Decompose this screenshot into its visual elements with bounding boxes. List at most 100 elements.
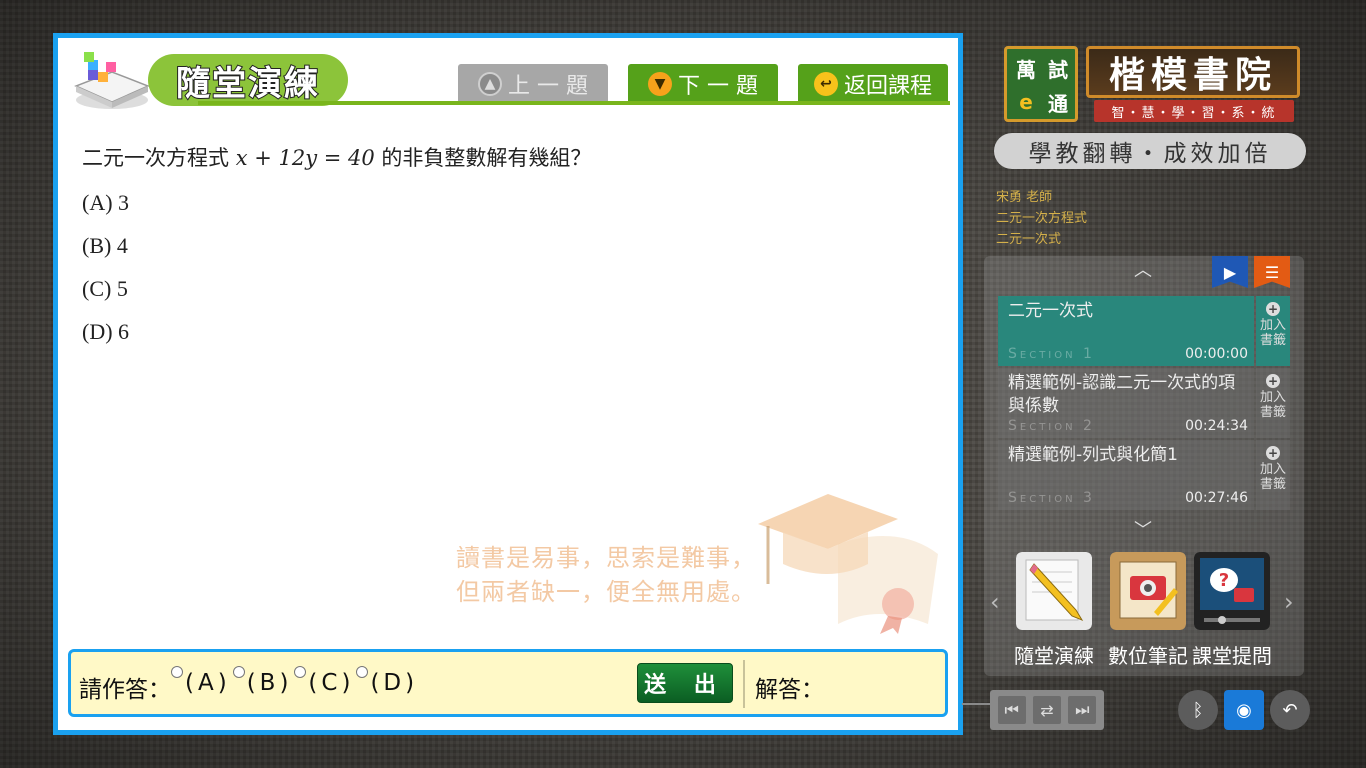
- previous-question-button[interactable]: ▲ 上 一 題: [458, 64, 608, 104]
- scroll-up-icon[interactable]: ︿: [1128, 262, 1158, 280]
- radio-b[interactable]: [232, 666, 245, 678]
- exercise-book-icon: [74, 52, 150, 109]
- next-question-label: 下 一 題: [678, 74, 758, 99]
- section-item-2[interactable]: 精選範例-認識二元一次式的項與係數 Section 2 00:24:34: [998, 368, 1254, 438]
- menu-icon[interactable]: ☰: [1254, 256, 1290, 288]
- repeat-icon[interactable]: ⇄: [1032, 696, 1061, 724]
- question-text: 二元一次方程式 x + 12y = 40 的非負整數解有幾組？: [82, 142, 591, 172]
- badge-char-2: 試: [1048, 57, 1068, 82]
- bookmark-label: 加入書籤: [1259, 318, 1286, 348]
- control-connector: [962, 703, 990, 705]
- section-time: 00:00:00: [1185, 346, 1248, 362]
- badge-char-3: e: [1019, 90, 1033, 114]
- exercise-title: 隨堂演練: [175, 63, 320, 105]
- return-arrow-icon: ↩: [813, 72, 838, 96]
- section-item-1[interactable]: 二元一次式 Section 1 00:00:00: [998, 296, 1254, 366]
- section-number: Section 3: [1008, 490, 1095, 506]
- pencil-notebook-icon[interactable]: [1016, 552, 1092, 630]
- tool-label-exercise: 隨堂演練: [1014, 644, 1094, 668]
- radio-d[interactable]: [356, 666, 369, 678]
- bookmark-label: 加入書籤: [1259, 390, 1286, 420]
- arrow-up-icon: ▲: [478, 72, 502, 96]
- section-title: 精選範例-認識二元一次式的項與係數: [1008, 373, 1236, 416]
- watermark-quote: 讀書是易事，思索是難事， 但兩者缺一，便全無用處。: [456, 541, 756, 609]
- notebook-camera-icon[interactable]: [1110, 552, 1186, 630]
- scroll-down-icon[interactable]: ﹀: [1128, 522, 1158, 540]
- answer-bar: 請作答： (A) (B) (C) (D) 送 出 解答：: [68, 649, 948, 717]
- quote-line-2: 但兩者缺一，便全無用處。: [456, 578, 756, 606]
- section-title: 精選範例-列式與化簡1: [1008, 445, 1178, 465]
- question-screen-icon[interactable]: ?: [1194, 552, 1270, 630]
- choice-c-label: (C): [308, 670, 355, 696]
- option-a: (A) 3: [82, 190, 130, 215]
- section-number: Section 2: [1008, 418, 1095, 434]
- answer-choices: (A) (B) (C) (D): [171, 664, 420, 696]
- tool-label-question: 課堂提問: [1192, 644, 1272, 668]
- exercise-title-pill: 隨堂演練: [148, 54, 348, 106]
- header-divider: [198, 101, 950, 105]
- badge-char-4: 通: [1048, 91, 1068, 116]
- brand-logo: 萬 試 e 通 楷模書院 智・慧・學・習・系・統: [1004, 44, 1304, 126]
- chapter-name: 二元一次方程式: [996, 211, 1088, 226]
- skip-back-icon[interactable]: ⏮: [997, 696, 1026, 724]
- teacher-name: 宋勇 老師: [996, 190, 1053, 205]
- brand-badge: 萬 試 e 通: [1004, 46, 1078, 122]
- exercise-panel: 隨堂演練 ▲ 上 一 題 ▼ 下 一 題 ↩ 返回課程 二元一次方程式 x + …: [53, 33, 963, 735]
- option-list: (A) 3 (B) 4 (C) 5 (D) 6: [82, 188, 129, 360]
- skip-forward-icon[interactable]: ⏭: [1068, 696, 1097, 724]
- radio-c[interactable]: [294, 666, 307, 678]
- section-item-3[interactable]: 精選範例-列式與化簡1 Section 3 00:27:46: [998, 440, 1254, 510]
- question-equation: x + 12y = 40: [235, 146, 375, 170]
- section-title: 二元一次式: [1008, 301, 1093, 321]
- section-time: 00:27:46: [1185, 490, 1248, 506]
- choice-a-label: (A): [185, 670, 231, 696]
- tools-next-icon[interactable]: ›: [1284, 588, 1294, 616]
- answer-prompt: 請作答：: [79, 677, 171, 703]
- question-prefix: 二元一次方程式: [82, 146, 229, 170]
- section-playlist: ︿ ▶ ☰ 二元一次式 Section 1 00:00:00 + 加入書籤 精選…: [984, 256, 1304, 676]
- previous-question-label: 上 一 題: [508, 74, 588, 99]
- section-number: Section 1: [1008, 346, 1095, 362]
- question-suffix: 的非負整數解有幾組？: [381, 146, 592, 170]
- bluetooth-icon[interactable]: ᛒ: [1178, 690, 1218, 730]
- bookmark-label: 加入書籤: [1259, 462, 1286, 492]
- arrow-down-icon: ▼: [648, 72, 672, 96]
- choice-c[interactable]: (C): [294, 664, 354, 696]
- choice-a[interactable]: (A): [171, 664, 231, 696]
- plus-icon: +: [1266, 374, 1280, 388]
- graduation-cap-icon: [758, 494, 938, 634]
- tools-prev-icon[interactable]: ‹: [990, 588, 1000, 616]
- option-c: (C) 5: [82, 276, 128, 301]
- choice-d[interactable]: (D): [356, 664, 418, 696]
- option-d: (D) 6: [82, 319, 130, 344]
- brand-name: 楷模書院: [1086, 46, 1300, 98]
- return-icon[interactable]: ↶: [1270, 690, 1310, 730]
- add-bookmark-button-1[interactable]: + 加入書籤: [1256, 296, 1290, 366]
- add-bookmark-button-2[interactable]: + 加入書籤: [1256, 368, 1290, 438]
- solution-label: 解答：: [755, 677, 824, 703]
- option-b: (B) 4: [82, 233, 128, 258]
- quote-line-1: 讀書是易事，思索是難事，: [456, 544, 756, 572]
- unit-name: 二元一次式: [996, 232, 1062, 247]
- plus-icon: +: [1266, 446, 1280, 460]
- choice-d-label: (D): [370, 670, 419, 696]
- tool-row: ‹ › ? 隨堂演練 數位筆記 課堂提問: [984, 548, 1304, 668]
- playback-controls: ⏮ ⇄ ⏭: [990, 690, 1104, 730]
- slogan: 學教翻轉・成效加倍: [994, 133, 1306, 169]
- return-to-course-button[interactable]: ↩ 返回課程: [798, 64, 948, 104]
- play-video-icon[interactable]: ▶: [1212, 256, 1248, 288]
- brand-subtitle: 智・慧・學・習・系・統: [1094, 100, 1294, 122]
- add-bookmark-button-3[interactable]: + 加入書籤: [1256, 440, 1290, 510]
- choice-b[interactable]: (B): [232, 664, 293, 696]
- plus-icon: +: [1266, 302, 1280, 316]
- next-question-button[interactable]: ▼ 下 一 題: [628, 64, 778, 104]
- choice-b-label: (B): [246, 670, 293, 696]
- answer-divider: [743, 660, 745, 708]
- return-to-course-label: 返回課程: [843, 74, 932, 99]
- ai-camera-icon[interactable]: ◉: [1224, 690, 1264, 730]
- radio-a[interactable]: [171, 666, 183, 678]
- course-info: 宋勇 老師 二元一次方程式 二元一次式: [996, 187, 1087, 250]
- submit-button[interactable]: 送 出: [637, 663, 733, 703]
- section-time: 00:24:34: [1185, 418, 1248, 434]
- exercise-header: 隨堂演練 ▲ 上 一 題 ▼ 下 一 題 ↩ 返回課程: [58, 38, 958, 110]
